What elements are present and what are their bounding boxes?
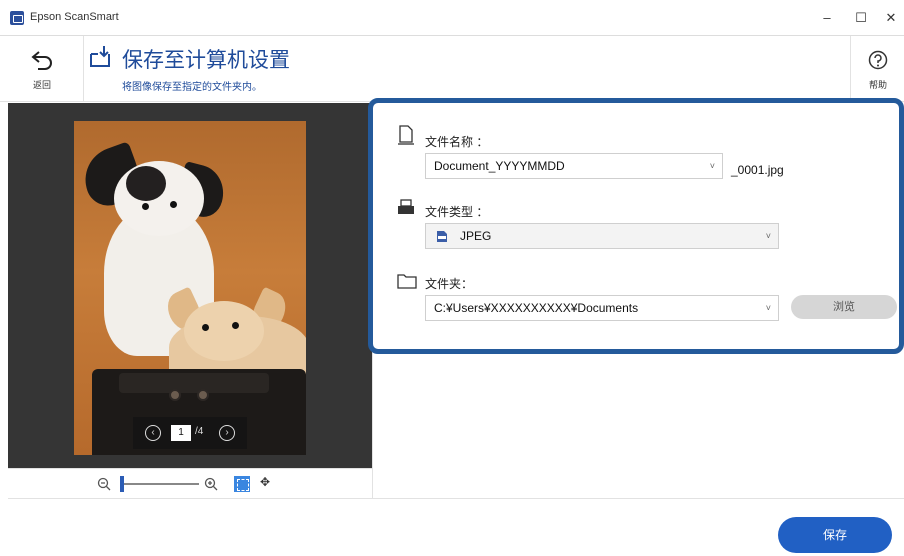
- back-arrow-icon: [31, 51, 52, 70]
- bag-photo-shape: [119, 373, 269, 393]
- app-title: Epson ScanSmart: [30, 11, 119, 23]
- zoom-slider-thumb[interactable]: [120, 476, 124, 492]
- filetype-select[interactable]: JPEG ˅: [425, 223, 779, 249]
- folder-path-value: C:¥Users¥XXXXXXXXXX¥Documents: [434, 301, 639, 315]
- dog-photo-shape: [202, 324, 209, 331]
- app-logo-icon: [10, 11, 24, 25]
- zoom-out-icon[interactable]: [97, 477, 111, 491]
- help-button[interactable]: 帮助: [850, 36, 904, 102]
- folder-label: 文件夹：: [425, 277, 474, 291]
- maximize-button[interactable]: ☐: [849, 8, 873, 28]
- help-label: 帮助: [868, 80, 887, 90]
- help-icon: [868, 50, 888, 70]
- file-type-icon: [398, 199, 414, 214]
- page-total: /4: [195, 426, 204, 437]
- filename-value: Document_YYYYMMDD: [434, 159, 565, 173]
- save-to-computer-icon: [90, 46, 110, 67]
- fit-to-window-icon[interactable]: [234, 476, 250, 492]
- minimize-button[interactable]: –: [815, 8, 839, 28]
- dog-photo-shape: [126, 166, 166, 201]
- dog-photo-shape: [170, 201, 177, 208]
- filename-label: 文件名称 ：: [425, 135, 489, 149]
- back-label: 返回: [32, 80, 51, 90]
- folder-icon: [397, 274, 417, 289]
- previous-page-button[interactable]: ‹: [145, 425, 161, 441]
- chevron-down-icon: ˅: [765, 303, 771, 313]
- dog-photo-shape: [184, 301, 264, 361]
- save-settings-panel: 文件名称 ： Document_YYYYMMDD ˅ _0001.jpg 文件类…: [368, 98, 904, 354]
- file-icon: [398, 125, 414, 145]
- bag-photo-shape: [169, 389, 181, 401]
- chevron-down-icon: ˅: [709, 161, 715, 171]
- back-button[interactable]: 返回: [0, 36, 84, 102]
- title-bar: Epson ScanSmart – ☐ ✕: [0, 0, 904, 36]
- browse-button[interactable]: 浏览: [791, 295, 897, 319]
- filetype-label: 文件类型 ：: [425, 205, 489, 219]
- save-button[interactable]: 保存: [778, 517, 892, 553]
- next-page-button[interactable]: ›: [219, 425, 235, 441]
- scan-preview-area: ‹ 1 /4 ›: [8, 103, 372, 468]
- page-subtitle: 将图像保存至指定的文件夹内。: [122, 82, 262, 93]
- close-button[interactable]: ✕: [879, 8, 903, 28]
- zoom-toolbar: ✥: [8, 468, 372, 498]
- jpeg-file-icon: [437, 231, 447, 242]
- page-header: 返回 保存至计算机设置 将图像保存至指定的文件夹内。 帮助: [0, 36, 904, 102]
- actual-size-icon[interactable]: ✥: [260, 475, 270, 489]
- divider: [8, 498, 904, 499]
- filetype-value: JPEG: [460, 229, 492, 243]
- chevron-down-icon: ˅: [765, 231, 771, 241]
- filename-suffix: _0001.jpg: [731, 163, 784, 177]
- page-navigator: ‹ 1 /4 ›: [133, 417, 247, 449]
- filename-combo[interactable]: Document_YYYYMMDD ˅: [425, 153, 723, 179]
- scanned-image: [74, 121, 306, 455]
- zoom-in-icon[interactable]: [204, 477, 218, 491]
- zoom-slider-track[interactable]: [121, 483, 199, 485]
- page-title: 保存至计算机设置: [122, 49, 290, 72]
- page-number-input[interactable]: 1: [171, 425, 191, 441]
- dog-photo-shape: [142, 203, 149, 210]
- bag-photo-shape: [197, 389, 209, 401]
- folder-combo[interactable]: C:¥Users¥XXXXXXXXXX¥Documents ˅: [425, 295, 779, 321]
- dog-photo-shape: [232, 322, 239, 329]
